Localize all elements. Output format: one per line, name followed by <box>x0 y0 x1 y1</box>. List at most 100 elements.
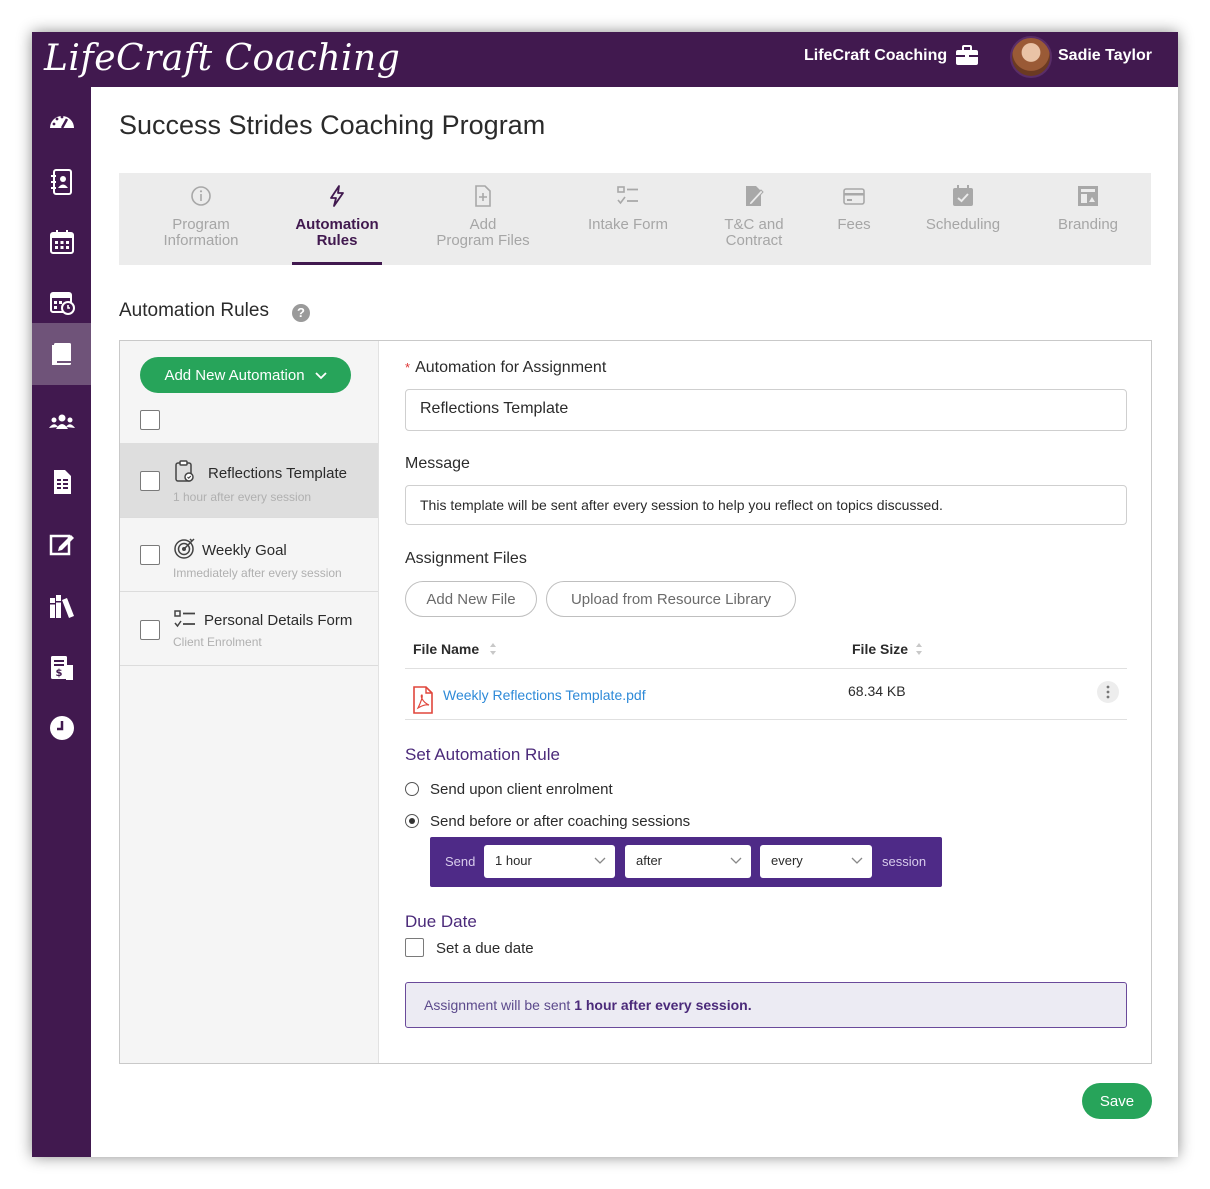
item-title: Weekly Goal <box>202 542 287 559</box>
tab-fees[interactable]: Fees <box>824 173 884 265</box>
app-logo[interactable]: LifeCraft Coaching <box>44 36 400 82</box>
calendar-icon <box>49 230 74 254</box>
tab-label: Automation Rules <box>295 216 379 249</box>
timing-select-value: after <box>636 853 663 868</box>
calendar-check-icon <box>953 185 973 206</box>
tab-label: Program Information <box>163 216 239 249</box>
chevron-down-icon <box>851 857 863 864</box>
edit-form-icon <box>49 534 74 556</box>
due-date-heading: Due Date <box>405 912 477 931</box>
card-icon <box>843 188 865 205</box>
clients-group-icon <box>48 414 75 429</box>
save-button[interactable]: Save <box>1082 1083 1152 1119</box>
add-new-file-button[interactable]: Add New File <box>405 581 537 617</box>
automation-rule-builder: Send 1 hour after every session <box>430 837 942 887</box>
add-new-automation-button[interactable]: Add New Automation <box>140 357 351 393</box>
item-checkbox[interactable] <box>140 620 160 640</box>
summary-highlight: 1 hour after every session. <box>574 997 752 1013</box>
due-date-label: Set a due date <box>436 940 534 957</box>
tab-automation-rules[interactable]: Automation Rules <box>292 173 382 265</box>
sidebar-item-forms[interactable] <box>32 513 91 575</box>
file-link[interactable]: Weekly Reflections Template.pdf <box>443 687 646 703</box>
tab-program-information[interactable]: Program Information <box>149 173 253 265</box>
file-name-header[interactable]: File Name <box>413 641 479 657</box>
tab-tc-contract[interactable]: T&C and Contract <box>710 173 798 265</box>
file-size-header[interactable]: File Size <box>852 641 908 657</box>
upload-from-library-button[interactable]: Upload from Resource Library <box>546 581 796 617</box>
radio-send-around-sessions[interactable] <box>405 814 419 828</box>
sort-icon[interactable] <box>489 642 497 656</box>
briefcase-icon[interactable] <box>954 43 980 67</box>
sidebar-item-invoices[interactable]: $ <box>32 637 91 699</box>
radio-label: Send before or after coaching sessions <box>430 813 691 830</box>
chevron-down-icon <box>594 857 606 864</box>
target-icon <box>174 538 195 559</box>
sidebar-item-programs[interactable] <box>32 323 91 385</box>
top-bar: LifeCraft Coaching LifeCraft Coaching Sa… <box>32 32 1178 87</box>
rule-send-label: Send <box>445 854 476 869</box>
tab-label: Branding <box>1057 216 1119 233</box>
sidebar-item-contacts[interactable] <box>32 151 91 213</box>
time-select[interactable]: 1 hour <box>484 845 615 878</box>
sidebar: $ <box>32 87 91 1157</box>
item-subtitle: Client Enrolment <box>173 635 262 649</box>
tab-branding[interactable]: Branding <box>1049 173 1127 265</box>
message-field[interactable]: This template will be sent after every s… <box>405 485 1127 525</box>
select-all-checkbox[interactable] <box>140 410 160 430</box>
message-label: Message <box>405 455 470 472</box>
program-tabs: Program Information Automation Rules Add… <box>119 173 1151 265</box>
sidebar-item-history[interactable] <box>32 697 91 759</box>
help-icon[interactable]: ? <box>292 304 310 322</box>
calendar-clock-icon <box>49 292 75 315</box>
sidebar-item-calendar[interactable] <box>32 211 91 273</box>
clock-icon <box>49 716 74 740</box>
contacts-book-icon <box>50 169 72 195</box>
documents-icon <box>53 470 71 494</box>
rule-summary: Assignment will be sent 1 hour after eve… <box>405 982 1127 1028</box>
file-size-value: 68.34 KB <box>848 683 906 699</box>
table-divider <box>405 668 1127 669</box>
page-title: Success Strides Coaching Program <box>119 110 546 140</box>
assignment-select[interactable]: Reflections Template <box>405 389 1127 431</box>
due-date-checkbox[interactable] <box>405 938 424 957</box>
add-file-icon <box>475 185 491 207</box>
automation-item-weekly-goal[interactable]: Weekly Goal Immediately after every sess… <box>120 518 378 592</box>
radio-send-on-enrolment[interactable] <box>405 782 419 796</box>
user-name[interactable]: Sadie Taylor <box>1058 47 1152 65</box>
tab-add-program-files[interactable]: Add Program Files <box>425 173 541 265</box>
item-checkbox[interactable] <box>140 471 160 491</box>
chevron-down-icon <box>730 857 742 864</box>
item-subtitle: Immediately after every session <box>173 566 342 580</box>
sidebar-item-clients[interactable] <box>32 391 91 453</box>
timing-select[interactable]: after <box>625 845 751 878</box>
radio-label: Send upon client enrolment <box>430 781 613 798</box>
app-window: LifeCraft Coaching LifeCraft Coaching Sa… <box>32 32 1178 1157</box>
sidebar-item-documents[interactable] <box>32 451 91 513</box>
automation-item-reflections[interactable]: Reflections Template 1 hour after every … <box>120 443 378 518</box>
frequency-select-value: every <box>771 853 803 868</box>
file-menu-button[interactable] <box>1097 681 1119 703</box>
lightning-icon <box>330 185 344 207</box>
summary-text: Assignment will be sent <box>424 997 575 1013</box>
automation-rule-heading: Set Automation Rule <box>405 745 560 764</box>
tab-label: Add Program Files <box>436 216 530 249</box>
assignment-files-label: Assignment Files <box>405 550 527 567</box>
tab-scheduling[interactable]: Scheduling <box>915 173 1011 265</box>
tab-label: T&C and Contract <box>724 216 784 249</box>
branding-icon <box>1078 186 1098 206</box>
automation-item-personal-details[interactable]: Personal Details Form Client Enrolment <box>120 592 378 666</box>
sidebar-item-library[interactable] <box>32 575 91 637</box>
time-select-value: 1 hour <box>495 853 532 868</box>
user-avatar[interactable] <box>1010 36 1052 78</box>
item-checkbox[interactable] <box>140 545 160 565</box>
sort-icon[interactable] <box>915 642 923 656</box>
sidebar-item-dashboard[interactable] <box>32 91 91 153</box>
invoice-icon: $ <box>50 656 73 680</box>
more-vertical-icon <box>1106 685 1110 699</box>
clipboard-icon <box>175 460 194 482</box>
tab-intake-form[interactable]: Intake Form <box>578 173 678 265</box>
frequency-select[interactable]: every <box>760 845 872 878</box>
tab-label: Scheduling <box>925 216 1001 233</box>
add-button-label: Add New Automation <box>164 366 305 384</box>
rule-unit-label: session <box>882 854 927 869</box>
